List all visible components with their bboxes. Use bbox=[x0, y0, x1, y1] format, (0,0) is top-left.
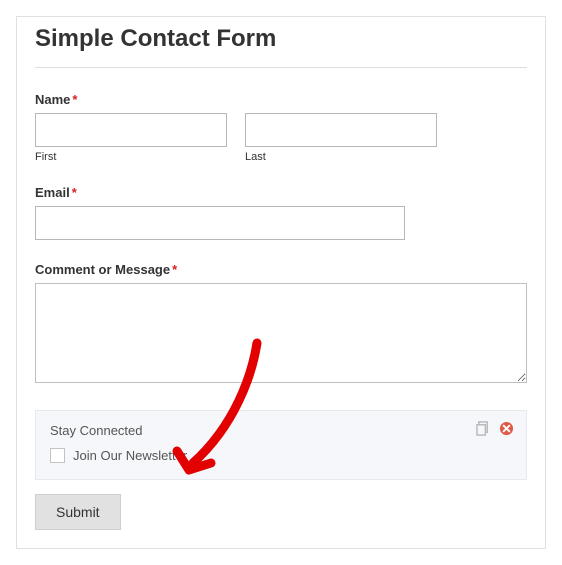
form-container: Simple Contact Form Name* First Last Ema… bbox=[16, 16, 546, 549]
required-marker: * bbox=[172, 262, 177, 277]
required-marker: * bbox=[72, 185, 77, 200]
name-label-text: Name bbox=[35, 92, 70, 107]
newsletter-checkbox[interactable] bbox=[50, 448, 65, 463]
panel-actions bbox=[476, 421, 514, 436]
comment-textarea[interactable] bbox=[35, 283, 527, 383]
comment-field-group: Comment or Message* bbox=[35, 262, 527, 388]
email-label-text: Email bbox=[35, 185, 70, 200]
submit-button[interactable]: Submit bbox=[35, 494, 121, 530]
email-input[interactable] bbox=[35, 206, 405, 240]
first-name-input[interactable] bbox=[35, 113, 227, 147]
duplicate-icon[interactable] bbox=[476, 421, 491, 436]
last-name-col: Last bbox=[245, 113, 437, 163]
delete-icon[interactable] bbox=[499, 421, 514, 436]
required-marker: * bbox=[72, 92, 77, 107]
newsletter-checkbox-row[interactable]: Join Our Newsletter bbox=[50, 448, 512, 463]
divider bbox=[35, 67, 527, 68]
comment-label: Comment or Message* bbox=[35, 262, 527, 277]
last-name-sublabel: Last bbox=[245, 151, 437, 163]
name-row: First Last bbox=[35, 113, 527, 163]
last-name-input[interactable] bbox=[245, 113, 437, 147]
comment-label-text: Comment or Message bbox=[35, 262, 170, 277]
stay-connected-title: Stay Connected bbox=[50, 423, 512, 438]
first-name-col: First bbox=[35, 113, 227, 163]
page-title: Simple Contact Form bbox=[35, 25, 527, 53]
first-name-sublabel: First bbox=[35, 151, 227, 163]
email-field-group: Email* bbox=[35, 185, 527, 240]
name-field-group: Name* First Last bbox=[35, 92, 527, 163]
name-label: Name* bbox=[35, 92, 527, 107]
stay-connected-panel[interactable]: Stay Connected Join Our Newsletter bbox=[35, 410, 527, 480]
email-label: Email* bbox=[35, 185, 527, 200]
newsletter-checkbox-label: Join Our Newsletter bbox=[73, 448, 187, 463]
